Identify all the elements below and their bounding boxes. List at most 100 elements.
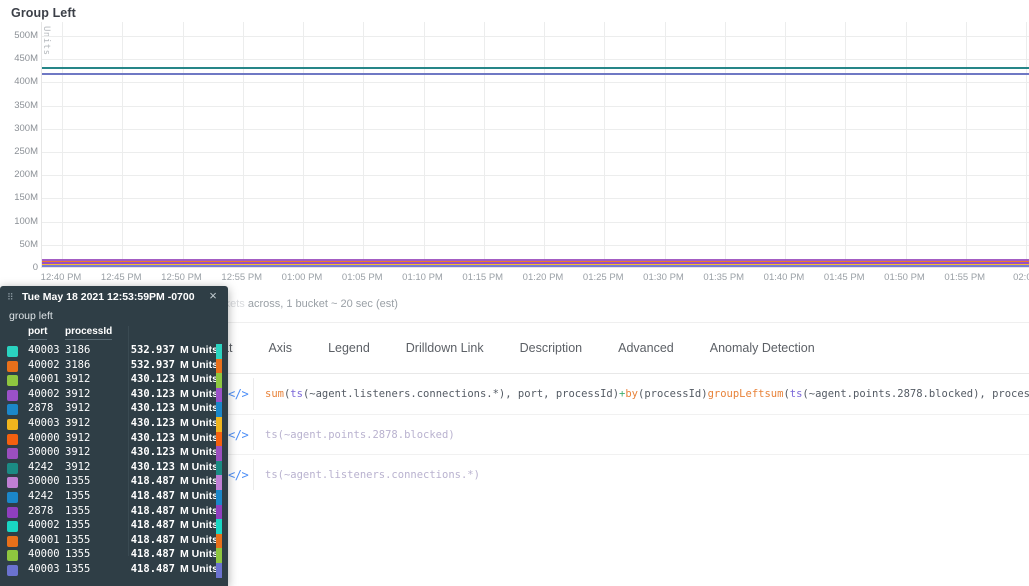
gridline-horizontal bbox=[42, 151, 1029, 153]
gridline-horizontal bbox=[42, 59, 1029, 61]
tooltip-cell-port: 40002 bbox=[28, 387, 60, 400]
tooltip-cell-processid: 3186 bbox=[65, 344, 91, 356]
tooltip-row: 30000 1355 418.487 M Units bbox=[0, 475, 228, 490]
tooltip-cell-processid: 1355 bbox=[65, 548, 91, 561]
tooltip-column-headers: port processId bbox=[0, 326, 228, 343]
series-color-edge-bar bbox=[216, 548, 222, 563]
tooltip-cell-processid: 3912 bbox=[65, 402, 91, 415]
tooltip-row: 4242 1355 418.487 M Units bbox=[0, 489, 228, 505]
query-expression-input[interactable]: ts(~agent.listeners.connections.*) bbox=[253, 459, 1019, 490]
tooltip-cell-unit: M Units bbox=[180, 446, 218, 459]
query-token: ts bbox=[290, 388, 303, 400]
tooltip-cell-processid: 1355 bbox=[65, 519, 91, 532]
tooltip-cell-port: 30000 bbox=[28, 446, 60, 459]
tooltip-cell-value: 532.937 bbox=[130, 344, 175, 356]
series-color-edge-bar bbox=[216, 387, 222, 403]
tooltip-cell-port: 40000 bbox=[28, 431, 60, 444]
tab-description[interactable]: Description bbox=[502, 323, 601, 374]
tooltip-row: 40002 1355 418.487 M Units bbox=[0, 519, 228, 534]
x-tick-label: 01:50 PM bbox=[884, 272, 925, 283]
code-icon[interactable]: </> bbox=[228, 468, 249, 482]
tab-axis[interactable]: Axis bbox=[250, 323, 310, 374]
y-tick-label: 50M bbox=[19, 238, 38, 250]
query-token: groupLeft bbox=[707, 388, 765, 400]
close-icon[interactable]: × bbox=[206, 289, 220, 303]
gridline-vertical bbox=[363, 22, 365, 267]
series-color-edge-bar bbox=[216, 519, 222, 534]
tooltip-row: 40003 1355 418.487 M Units bbox=[0, 562, 228, 578]
gridline-vertical bbox=[905, 22, 907, 267]
query-token: (processId) bbox=[638, 388, 708, 400]
tooltip-row: 40000 3912 430.123 M Units bbox=[0, 431, 228, 447]
x-tick-label: 01:10 PM bbox=[402, 272, 443, 283]
tab-drilldown-link[interactable]: Drilldown Link bbox=[388, 323, 502, 374]
series-color-edge-bar bbox=[216, 562, 222, 578]
gridline-vertical bbox=[785, 22, 786, 267]
series-color-edge-bar bbox=[216, 533, 222, 549]
tooltip-cell-processid: 3912 bbox=[65, 431, 91, 444]
x-tick-label: 01:45 PM bbox=[823, 272, 865, 283]
code-icon[interactable]: </> bbox=[228, 387, 249, 401]
query-expression-input[interactable]: sum(ts (~agent.listeners.connections.*), … bbox=[253, 378, 1029, 410]
x-tick-label: 01:25 PM bbox=[582, 272, 624, 283]
tooltip-cell-processid: 3912 bbox=[65, 373, 91, 386]
code-icon[interactable]: </> bbox=[228, 428, 249, 442]
series-color-swatch bbox=[7, 433, 18, 445]
x-tick-label: 01:20 PM bbox=[522, 272, 564, 283]
y-tick-label: 350M bbox=[14, 99, 38, 111]
y-tick-label: 500M bbox=[14, 29, 38, 41]
tooltip-row: 40001 1355 418.487 M Units bbox=[0, 533, 228, 549]
x-tick-label: 01:35 PM bbox=[703, 272, 745, 283]
tooltip-row: 30000 3912 430.123 M Units bbox=[0, 446, 228, 461]
tab-advanced[interactable]: Advanced bbox=[600, 323, 692, 374]
tooltip-cell-unit: M Units bbox=[180, 373, 218, 386]
gridline-vertical bbox=[544, 22, 545, 267]
tooltip-cell-port: 40003 bbox=[28, 344, 60, 356]
tooltip-cell-unit: M Units bbox=[180, 460, 218, 473]
chart-meta-visible: across, 1 bucket ~ 20 sec (est) bbox=[247, 298, 398, 310]
series-color-edge-bar bbox=[216, 344, 222, 359]
y-tick-label: 400M bbox=[14, 76, 38, 88]
tooltip-cell-port: 30000 bbox=[28, 475, 60, 488]
gridline-vertical bbox=[1026, 22, 1027, 267]
chart-hover-tooltip[interactable]: ⠿ Tue May 18 2021 12:53:59PM -0700 × gro… bbox=[0, 286, 228, 586]
query-token: (~agent.points.2878.blocked), processId) bbox=[802, 388, 1029, 400]
gridline-horizontal bbox=[42, 198, 1029, 200]
series-color-edge-bar bbox=[216, 416, 222, 432]
gridline-vertical bbox=[303, 22, 304, 267]
series-color-swatch bbox=[7, 462, 18, 474]
tooltip-row: 40002 3912 430.123 M Units bbox=[0, 387, 228, 403]
tab-anomaly-detection[interactable]: Anomaly Detection bbox=[692, 323, 833, 374]
tooltip-cell-unit: M Units bbox=[180, 416, 218, 429]
query-expression-input[interactable]: ts(~agent.points.2878.blocked) bbox=[253, 419, 1019, 450]
tab-legend[interactable]: Legend bbox=[310, 323, 388, 374]
x-tick-label: 02:00 bbox=[1013, 272, 1029, 283]
gridline-vertical bbox=[965, 22, 967, 267]
series-color-edge-bar bbox=[216, 504, 222, 520]
tooltip-header[interactable]: ⠿ Tue May 18 2021 12:53:59PM -0700 × bbox=[0, 286, 228, 308]
gridline-horizontal bbox=[42, 221, 1029, 223]
drag-handle-icon[interactable]: ⠿ bbox=[7, 293, 14, 303]
tooltip-cell-unit: M Units bbox=[180, 358, 218, 371]
tooltip-row: 40003 3186 532.937 M Units bbox=[0, 344, 228, 359]
gridline-horizontal bbox=[42, 105, 1029, 107]
series-color-edge-bar bbox=[216, 373, 222, 388]
gridline-vertical bbox=[242, 22, 244, 267]
series-color-edge-bar bbox=[216, 460, 222, 476]
query-token: sum bbox=[265, 388, 284, 400]
series-color-swatch bbox=[7, 506, 18, 518]
tooltip-cell-value: 418.487 bbox=[130, 475, 175, 488]
tooltip-cell-processid: 3912 bbox=[65, 416, 91, 429]
query-token: ts(~agent.listeners.connections.*) bbox=[265, 468, 480, 481]
chart-plot-area[interactable] bbox=[41, 22, 1029, 268]
series-color-edge-bar bbox=[216, 489, 222, 505]
tooltip-cell-unit: M Units bbox=[180, 344, 218, 356]
series-color-swatch bbox=[7, 346, 18, 357]
tooltip-row: 40001 3912 430.123 M Units bbox=[0, 373, 228, 388]
tooltip-cell-value: 430.123 bbox=[130, 402, 175, 415]
series-color-swatch bbox=[7, 418, 18, 430]
series-color-edge-bar bbox=[216, 446, 222, 461]
tooltip-cell-unit: M Units bbox=[180, 548, 218, 561]
tooltip-row: 2878 1355 418.487 M Units bbox=[0, 504, 228, 520]
y-tick-label: 150M bbox=[14, 192, 38, 204]
